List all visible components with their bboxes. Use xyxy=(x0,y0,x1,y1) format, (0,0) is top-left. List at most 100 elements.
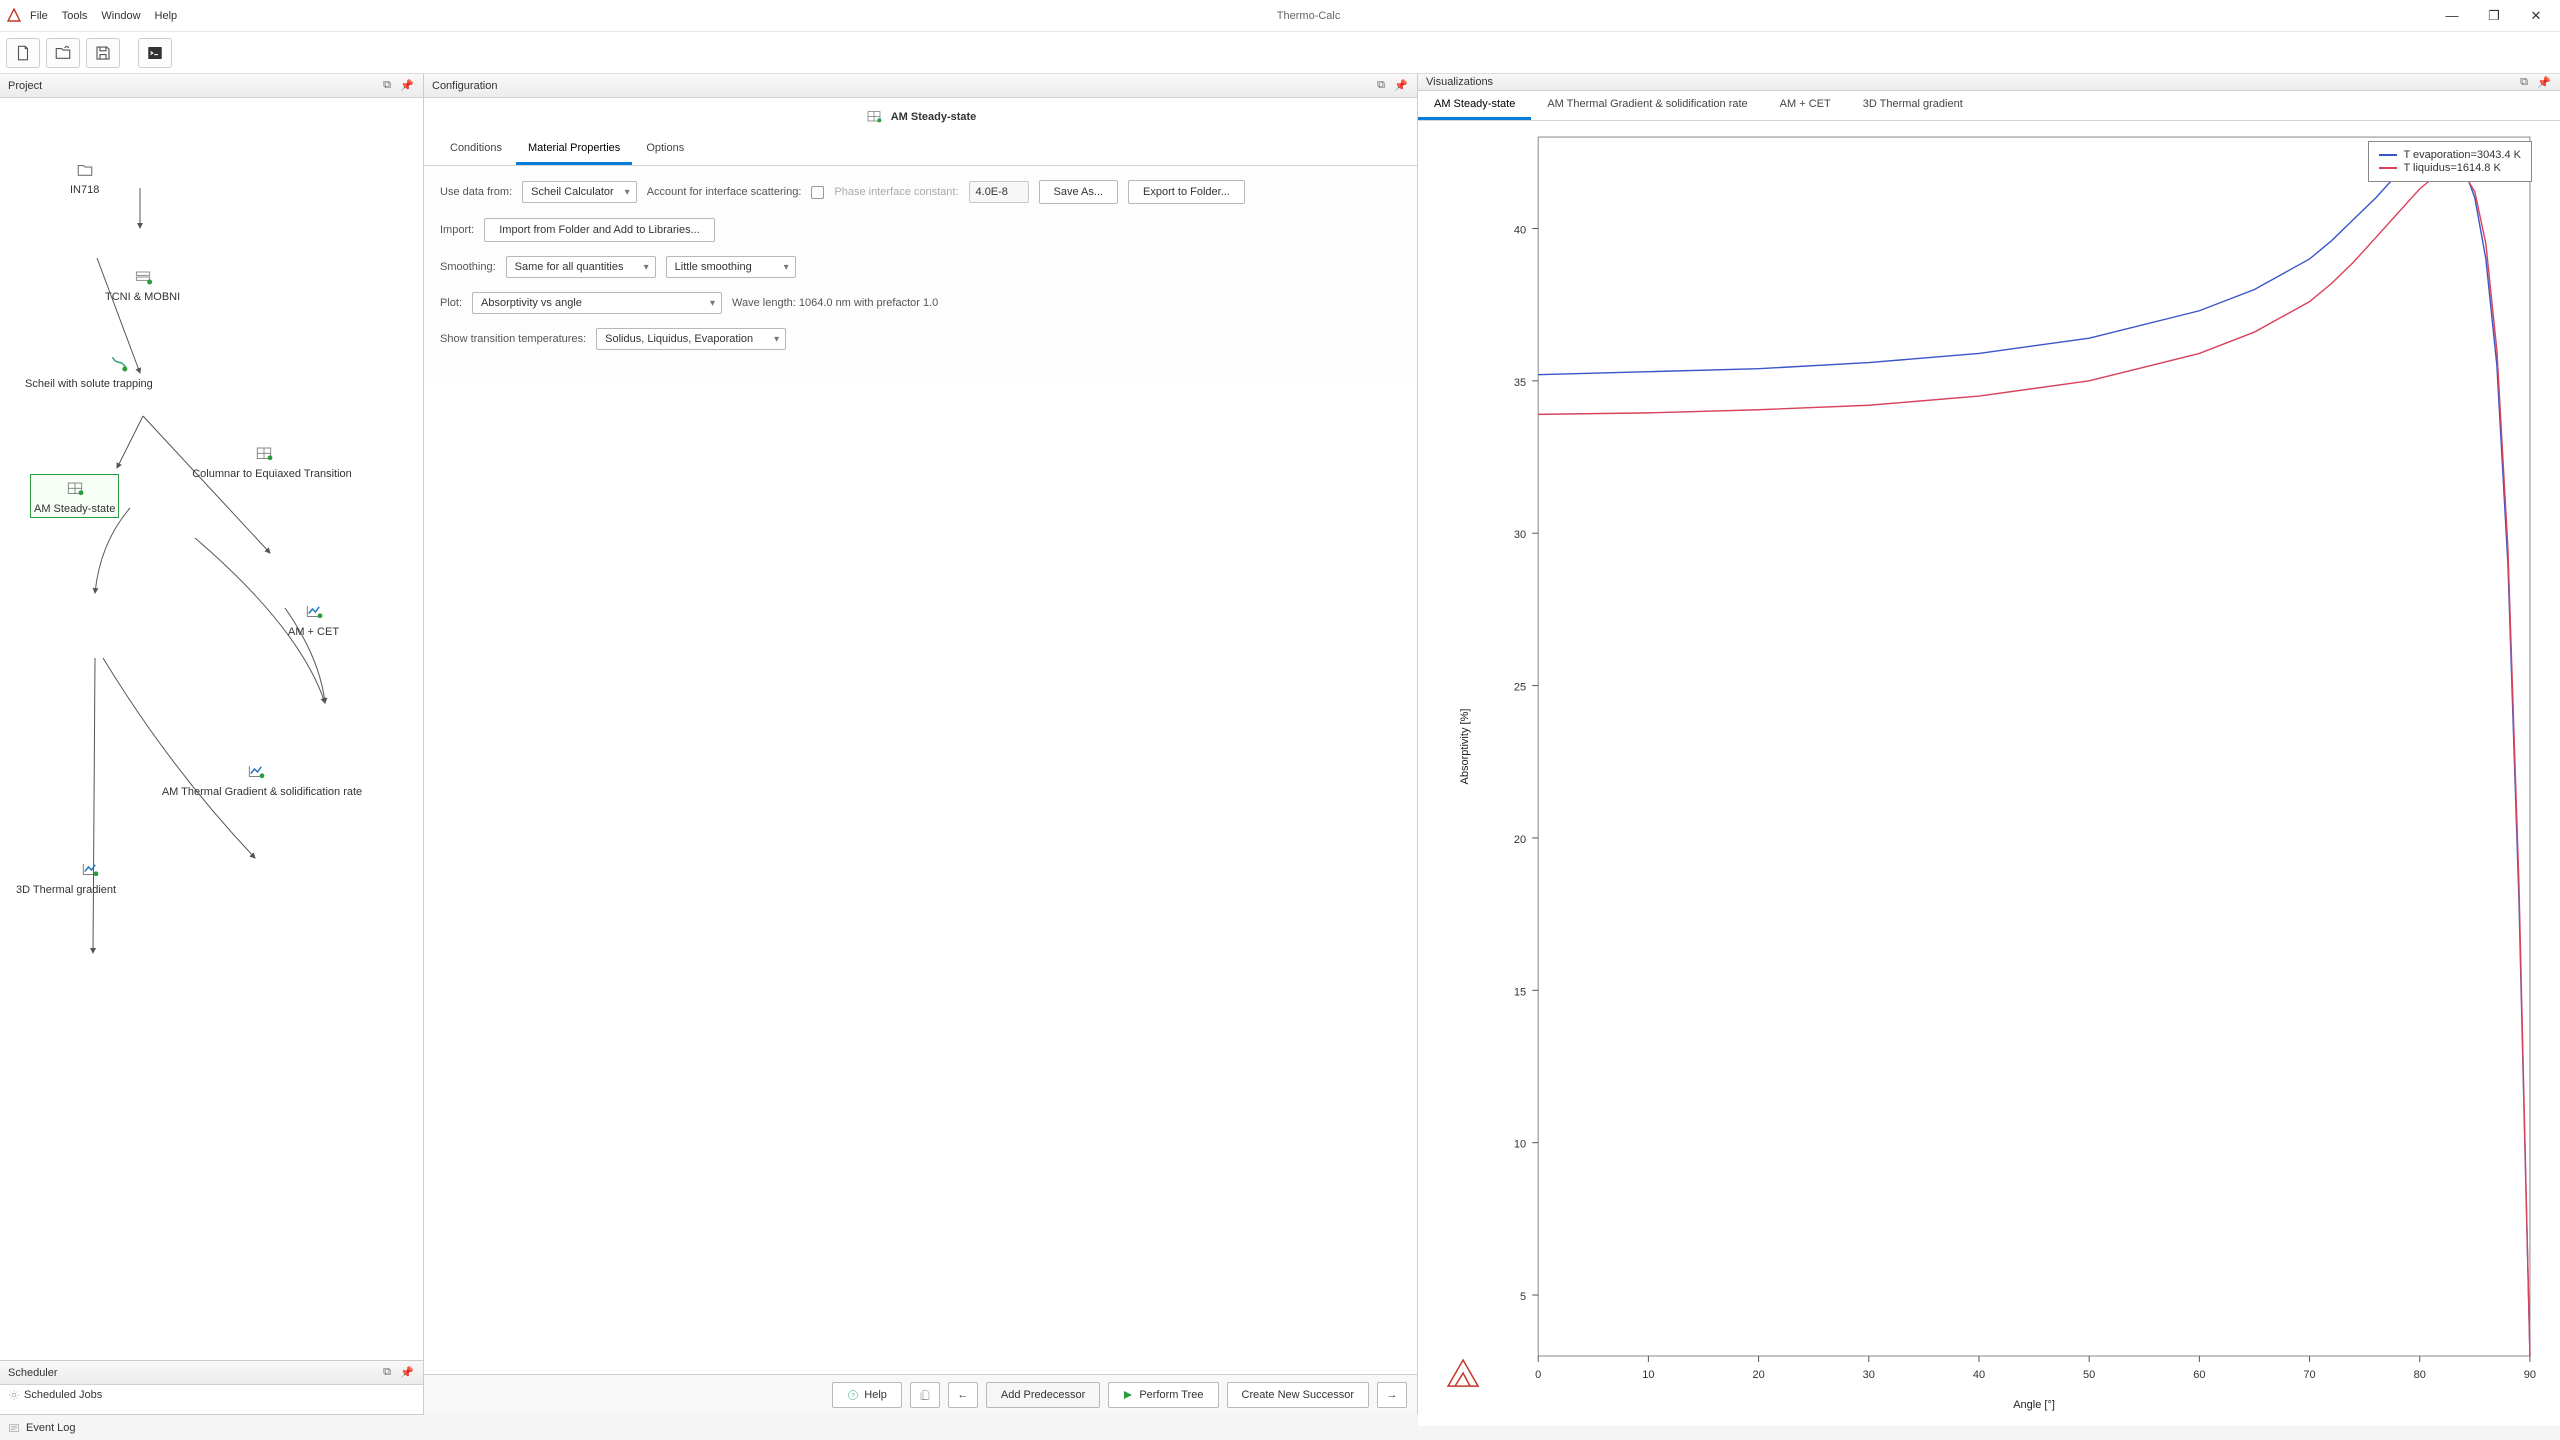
viz-tab-am-cet[interactable]: AM + CET xyxy=(1764,91,1847,120)
svg-text:80: 80 xyxy=(2414,1369,2426,1381)
node-tcni[interactable]: TCNI & MOBNI xyxy=(105,265,180,303)
save-as-button[interactable]: Save As... xyxy=(1039,180,1119,204)
minimize-icon[interactable]: — xyxy=(2440,8,2464,24)
node-scheil[interactable]: Scheil with solute trapping xyxy=(25,352,153,390)
scattering-checkbox[interactable] xyxy=(811,186,824,199)
back-button[interactable]: ← xyxy=(948,1382,978,1408)
grid-icon xyxy=(250,442,278,466)
menu-help[interactable]: Help xyxy=(155,10,178,22)
node-grad-3d[interactable]: 3D Thermal gradient xyxy=(16,858,116,896)
transition-select[interactable]: Solidus, Liquidus, Evaporation xyxy=(596,328,786,350)
configuration-panel-header: Configuration ⧉ 📌 xyxy=(424,74,1417,98)
menu-file[interactable]: File xyxy=(30,10,48,22)
app-icon xyxy=(6,8,22,24)
chart-legend: T evaporation=3043.4 K T liquidus=1614.8… xyxy=(2368,141,2532,182)
svg-text:25: 25 xyxy=(1514,682,1526,694)
svg-text:30: 30 xyxy=(1514,529,1526,541)
titlebar: File Tools Window Help Thermo-Calc — ❐ ✕ xyxy=(0,0,2560,32)
panel-undock-icon[interactable]: ⧉ xyxy=(379,1365,395,1381)
use-data-from-select[interactable]: Scheil Calculator xyxy=(522,181,637,203)
svg-text:10: 10 xyxy=(1514,1139,1526,1151)
plot-select[interactable]: Absorptivity vs angle xyxy=(472,292,722,314)
help-button[interactable]: ? Help xyxy=(832,1382,902,1408)
transition-label: Show transition temperatures: xyxy=(440,333,586,345)
menu-window[interactable]: Window xyxy=(101,10,140,22)
close-icon[interactable]: ✕ xyxy=(2524,8,2548,24)
scheduler-panel-header: Scheduler ⧉ 📌 xyxy=(0,1361,423,1385)
tab-options[interactable]: Options xyxy=(634,136,696,165)
smoothing-scope-select[interactable]: Same for all quantities xyxy=(506,256,656,278)
phase-constant-input: 4.0E-8 xyxy=(969,181,1029,203)
window-title: Thermo-Calc xyxy=(177,10,2440,22)
panel-pin-icon[interactable]: 📌 xyxy=(2536,74,2552,90)
create-successor-button[interactable]: Create New Successor xyxy=(1227,1382,1370,1408)
perform-tree-button[interactable]: Perform Tree xyxy=(1108,1382,1218,1408)
grid-icon xyxy=(865,109,883,125)
import-label: Import: xyxy=(440,224,474,236)
node-in718[interactable]: IN718 xyxy=(70,158,99,196)
project-panel-header: Project ⧉ 📌 xyxy=(0,74,423,98)
visualizations-panel-header: Visualizations ⧉ 📌 xyxy=(1418,74,2560,91)
node-grad-rate[interactable]: AM Thermal Gradient & solidification rat… xyxy=(112,760,412,798)
smoothing-label: Smoothing: xyxy=(440,261,496,273)
panel-pin-icon[interactable]: 📌 xyxy=(1393,78,1409,94)
panel-undock-icon[interactable]: ⧉ xyxy=(379,78,395,94)
import-button[interactable]: Import from Folder and Add to Libraries.… xyxy=(484,218,715,242)
project-tree[interactable]: IN718 TCNI & MOBNI Scheil with solute tr… xyxy=(0,98,423,1360)
smoothing-level-select[interactable]: Little smoothing xyxy=(666,256,796,278)
plot-label: Plot: xyxy=(440,297,462,309)
svg-text:?: ? xyxy=(852,1393,855,1399)
maximize-icon[interactable]: ❐ xyxy=(2482,8,2506,24)
chart-icon xyxy=(76,858,104,882)
chart-area[interactable]: 0102030405060708090510152025303540Angle … xyxy=(1418,121,2560,1426)
new-file-button[interactable] xyxy=(6,38,40,68)
menu-tools[interactable]: Tools xyxy=(62,10,88,22)
panel-pin-icon[interactable]: 📌 xyxy=(399,1365,415,1381)
calculator-icon xyxy=(105,352,133,376)
svg-text:90: 90 xyxy=(2524,1369,2536,1381)
svg-text:70: 70 xyxy=(2303,1369,2315,1381)
viz-tab-am-steady[interactable]: AM Steady-state xyxy=(1418,91,1531,120)
viz-tab-grad-rate[interactable]: AM Thermal Gradient & solidification rat… xyxy=(1531,91,1763,120)
scattering-label: Account for interface scattering: xyxy=(647,186,802,198)
config-footer: ? Help ← Add Predecessor Perform Tree Cr… xyxy=(424,1374,1417,1414)
folder-icon xyxy=(71,158,99,182)
panel-undock-icon[interactable]: ⧉ xyxy=(2516,74,2532,90)
svg-text:20: 20 xyxy=(1514,834,1526,846)
viz-tab-3d-grad[interactable]: 3D Thermal gradient xyxy=(1847,91,1979,120)
svg-text:40: 40 xyxy=(1973,1369,1985,1381)
grid-icon xyxy=(61,477,89,501)
tab-material-properties[interactable]: Material Properties xyxy=(516,136,632,165)
config-title: AM Steady-state xyxy=(424,98,1417,136)
attach-button[interactable] xyxy=(910,1382,940,1408)
toolbar xyxy=(0,32,2560,74)
node-cet[interactable]: Columnar to Equiaxed Transition xyxy=(152,442,392,480)
phase-constant-label: Phase interface constant: xyxy=(834,186,958,198)
export-button[interactable]: Export to Folder... xyxy=(1128,180,1245,204)
menu-bar: File Tools Window Help xyxy=(30,10,177,22)
svg-text:Angle [°]: Angle [°] xyxy=(2013,1399,2055,1411)
add-predecessor-button: Add Predecessor xyxy=(986,1382,1100,1408)
config-form: Use data from: Scheil Calculator Account… xyxy=(424,166,1417,378)
console-button[interactable] xyxy=(138,38,172,68)
chart-icon xyxy=(300,600,328,624)
svg-text:10: 10 xyxy=(1642,1369,1654,1381)
panel-undock-icon[interactable]: ⧉ xyxy=(1373,78,1389,94)
svg-text:35: 35 xyxy=(1514,377,1526,389)
svg-text:Absorptivity [%]: Absorptivity [%] xyxy=(1459,709,1471,785)
database-icon xyxy=(129,265,157,289)
open-file-button[interactable] xyxy=(46,38,80,68)
svg-text:60: 60 xyxy=(2193,1369,2205,1381)
node-am-steady[interactable]: AM Steady-state xyxy=(30,474,119,518)
scheduled-jobs-row[interactable]: Scheduled Jobs xyxy=(0,1385,423,1405)
svg-text:40: 40 xyxy=(1514,224,1526,236)
forward-button[interactable]: → xyxy=(1377,1382,1407,1408)
node-am-cet[interactable]: AM + CET xyxy=(288,600,339,638)
tab-conditions[interactable]: Conditions xyxy=(438,136,514,165)
panel-pin-icon[interactable]: 📌 xyxy=(399,78,415,94)
svg-text:20: 20 xyxy=(1752,1369,1764,1381)
svg-text:15: 15 xyxy=(1514,986,1526,998)
event-log-tab[interactable]: Event Log xyxy=(0,1414,424,1440)
wavelength-label: Wave length: 1064.0 nm with prefactor 1.… xyxy=(732,297,938,309)
save-button[interactable] xyxy=(86,38,120,68)
